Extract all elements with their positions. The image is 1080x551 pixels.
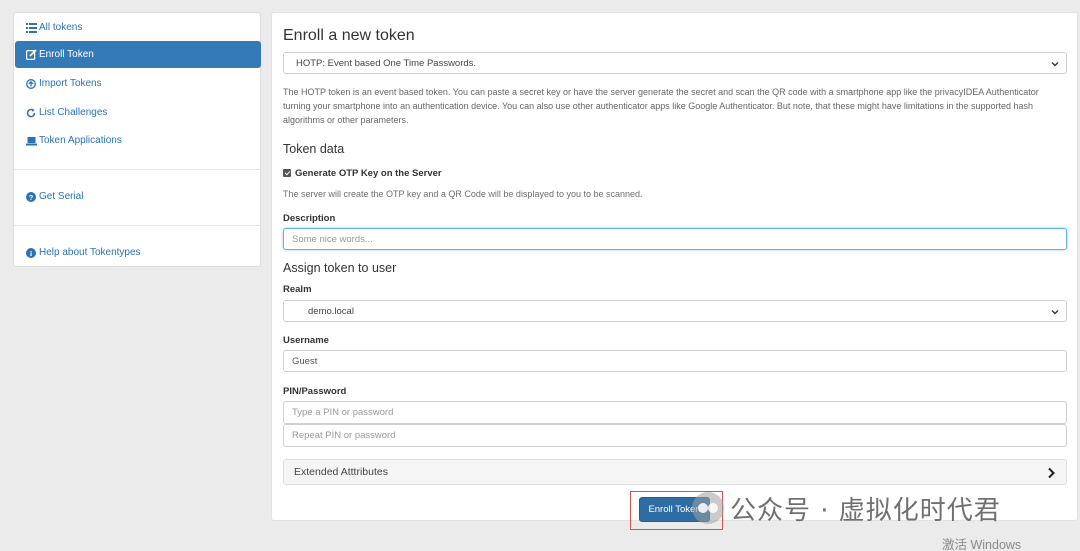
svg-text:?: ?	[29, 193, 34, 202]
question-circle-icon: ?	[25, 191, 37, 203]
list-icon	[25, 22, 37, 34]
chevron-down-icon	[1051, 62, 1059, 67]
pin-label: PIN/Password	[283, 386, 347, 397]
edit-icon	[25, 49, 37, 61]
realm-value: demo.local	[308, 305, 354, 317]
pin-input[interactable]: Type a PIN or password	[283, 401, 1067, 424]
generate-key-row[interactable]: Generate OTP Key on the Server	[283, 168, 442, 179]
token-data-heading: Token data	[283, 142, 345, 156]
sidebar-item-enroll-token[interactable]: Enroll Token	[15, 41, 261, 68]
laptop-icon	[25, 135, 37, 147]
extended-attributes-label: Extended Atttributes	[294, 466, 388, 478]
sidebar-item-label: Get Serial	[39, 191, 84, 202]
enroll-panel: Enroll a new token HOTP: Event based One…	[271, 12, 1078, 521]
description-input[interactable]: Some nice words...	[283, 228, 1067, 250]
svg-text:i: i	[30, 249, 32, 258]
username-label: Username	[283, 335, 329, 346]
sidebar-item-label: Import Tokens	[39, 78, 102, 89]
sidebar-item-all-tokens[interactable]: All tokens	[15, 14, 261, 41]
sidebar-item-list-challenges[interactable]: List Challenges	[15, 99, 261, 126]
token-type-select[interactable]: HOTP: Event based One Time Passwords.	[283, 52, 1067, 74]
realm-select[interactable]: demo.local	[283, 300, 1067, 322]
watermark-text: 公众号 · 虚拟化时代君	[730, 495, 1001, 526]
activate-windows-text: 激活 Windows	[942, 538, 1022, 551]
realm-label: Realm	[283, 284, 312, 295]
sidebar-item-get-serial[interactable]: ? Get Serial	[15, 183, 261, 210]
sidebar-item-label: Help about Tokentypes	[39, 247, 141, 258]
generate-key-label: Generate OTP Key on the Server	[295, 168, 442, 179]
username-value: Guest	[292, 355, 318, 367]
pin-repeat-placeholder: Repeat PIN or password	[292, 430, 396, 441]
sidebar-item-import-tokens[interactable]: Import Tokens	[15, 70, 261, 97]
description-placeholder: Some nice words...	[292, 233, 373, 245]
sidebar-item-label: Token Applications	[39, 135, 122, 146]
sidebar-item-help-tokentypes[interactable]: i Help about Tokentypes	[15, 239, 261, 266]
token-type-value: HOTP: Event based One Time Passwords.	[296, 57, 477, 69]
extended-attributes-toggle[interactable]: Extended Atttributes	[283, 459, 1067, 485]
sidebar-item-label: Enroll Token	[39, 49, 94, 60]
sidebar-item-token-applications[interactable]: Token Applications	[15, 127, 261, 154]
generate-key-checkbox[interactable]	[283, 169, 291, 177]
sidebar-item-label: All tokens	[39, 22, 83, 33]
sidebar: All tokens Enroll Token Import Tokens Li…	[13, 12, 262, 267]
watermark: 公众号 · 虚拟化时代君	[692, 490, 1001, 526]
refresh-icon	[25, 107, 37, 119]
pin-placeholder: Type a PIN or password	[292, 407, 394, 418]
pin-repeat-input[interactable]: Repeat PIN or password	[283, 424, 1067, 447]
divider	[14, 169, 262, 170]
description-label: Description	[283, 213, 336, 224]
info-circle-icon: i	[25, 247, 37, 259]
sidebar-item-label: List Challenges	[39, 107, 108, 118]
token-description: The HOTP token is an event based token. …	[283, 87, 1039, 125]
wechat-logo-icon	[692, 492, 724, 524]
page-title: Enroll a new token	[283, 27, 415, 44]
upload-circle-icon	[25, 78, 37, 90]
generate-key-help: The server will create the OTP key and a…	[283, 189, 643, 199]
assign-heading: Assign token to user	[283, 261, 397, 275]
username-input[interactable]: Guest	[283, 350, 1067, 372]
divider	[14, 225, 262, 226]
chevron-down-icon	[1051, 310, 1059, 315]
chevron-right-icon	[1048, 467, 1055, 479]
